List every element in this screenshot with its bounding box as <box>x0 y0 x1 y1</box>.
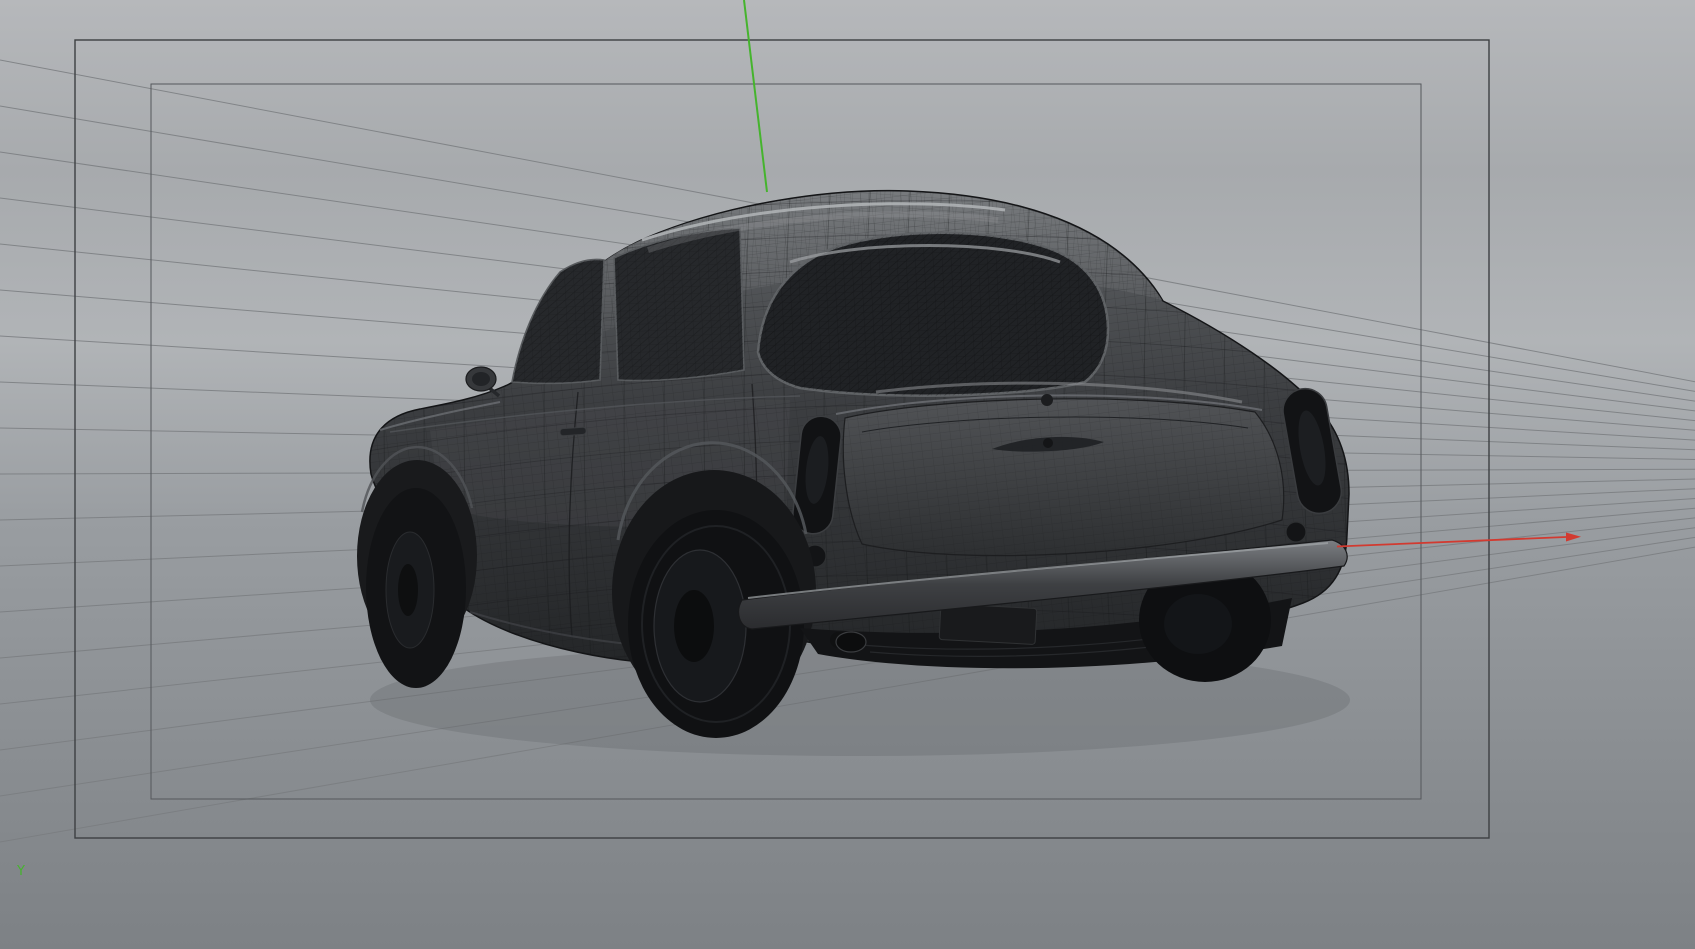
license-plate-recess <box>938 603 1038 645</box>
side-window-door-mesh <box>614 228 744 381</box>
rear-fascia-mesh <box>843 398 1284 556</box>
viewport-canvas <box>0 0 1695 949</box>
reflector-right <box>1285 521 1307 543</box>
door-handle <box>559 426 587 437</box>
3d-viewport[interactable]: Y <box>0 0 1695 949</box>
y-axis-label: Y <box>17 864 25 879</box>
